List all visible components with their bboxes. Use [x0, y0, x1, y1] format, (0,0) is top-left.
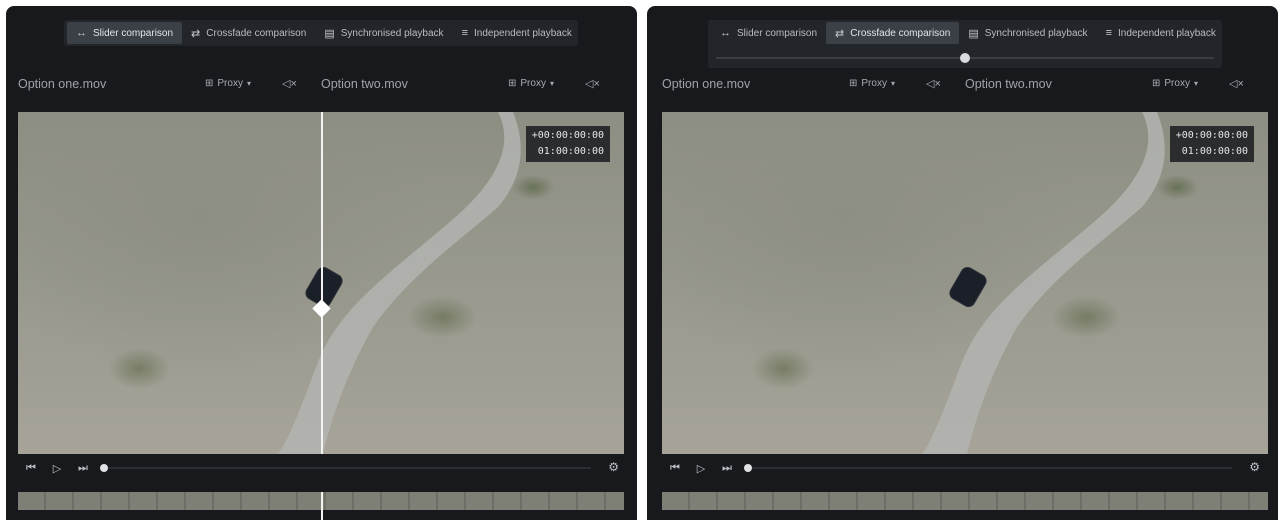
- list-icon: ▤: [324, 27, 335, 40]
- file-name-two: Option two.mov: [321, 77, 408, 91]
- tab-independent-playback[interactable]: ≡ Independent playback: [453, 22, 581, 44]
- chevron-down-icon: ▾: [1193, 79, 1198, 88]
- arrows-horizontal-icon: ↔: [76, 27, 87, 39]
- crossfade-slider-knob[interactable]: [960, 53, 970, 63]
- crossfade-comparison-panel: ↔ Slider comparison ⇄ Crossfade comparis…: [647, 6, 1278, 520]
- list-icon: ▤: [968, 27, 979, 40]
- play-icon[interactable]: ▷: [44, 462, 70, 475]
- comparison-slider-line-filmstrip: [321, 492, 323, 520]
- tab-slider-comparison[interactable]: ↔ Slider comparison: [67, 22, 183, 44]
- mute-icon[interactable]: ◁×: [926, 77, 941, 90]
- comparison-slider-line[interactable]: [321, 112, 323, 454]
- comparison-mode-tabs: ↔ Slider comparison ⇄ Crossfade comparis…: [64, 20, 578, 46]
- proxy-dropdown-two[interactable]: ⊞ Proxy ▾: [508, 78, 554, 89]
- video-header: Option one.mov ⊞ Proxy ▾ ◁× Option two.m…: [18, 74, 625, 96]
- grid-icon: ⊞: [849, 78, 858, 89]
- tab-label: Crossfade comparison: [850, 27, 951, 39]
- chevron-down-icon: ▾: [890, 79, 895, 88]
- tab-crossfade-comparison[interactable]: ⇄ Crossfade comparison: [826, 22, 960, 44]
- grid-icon: ⊞: [1152, 78, 1161, 89]
- playhead[interactable]: [744, 464, 752, 472]
- tab-independent-playback[interactable]: ≡ Independent playback: [1097, 22, 1225, 44]
- proxy-dropdown-two[interactable]: ⊞ Proxy ▾: [1152, 78, 1198, 89]
- tab-synchronised-playback[interactable]: ▤ Synchronised playback: [315, 22, 452, 44]
- file-name-one: Option one.mov: [662, 77, 751, 91]
- slider-comparison-panel: ↔ Slider comparison ⇄ Crossfade comparis…: [6, 6, 637, 520]
- grid-icon: ⊞: [508, 78, 517, 89]
- tab-label: Slider comparison: [93, 27, 174, 39]
- file-name-one: Option one.mov: [18, 77, 107, 91]
- crossfade-controls: ↔ Slider comparison ⇄ Crossfade comparis…: [708, 20, 1222, 68]
- tab-label: Synchronised playback: [984, 27, 1088, 39]
- swap-icon: ⇄: [835, 27, 845, 40]
- skip-back-icon[interactable]: ⏮: [662, 462, 688, 475]
- gear-icon[interactable]: ⚙: [1249, 460, 1260, 474]
- play-icon[interactable]: ▷: [688, 462, 714, 475]
- tab-label: Independent playback: [1117, 27, 1216, 39]
- skip-forward-icon[interactable]: ⏭: [714, 462, 740, 475]
- chevron-down-icon: ▾: [246, 79, 251, 88]
- playhead[interactable]: [100, 464, 108, 472]
- crossfade-slider[interactable]: [716, 53, 1214, 63]
- file-name-two: Option two.mov: [965, 77, 1052, 91]
- tab-label: Slider comparison: [737, 27, 818, 39]
- mute-icon[interactable]: ◁×: [585, 77, 600, 90]
- skip-forward-icon[interactable]: ⏭: [70, 462, 96, 475]
- video-header: Option one.mov ⊞ Proxy ▾ ◁× Option two.m…: [659, 74, 1266, 96]
- timecode-overlay: +00:00:00:00 01:00:00:00: [1169, 126, 1254, 162]
- tab-label: Synchronised playback: [340, 27, 444, 39]
- gear-icon[interactable]: ⚙: [608, 460, 619, 474]
- playback-controls: ⏮ ▷ ⏭ ⚙: [662, 458, 1266, 478]
- mute-icon[interactable]: ◁×: [1229, 77, 1244, 90]
- timeline-scrubber[interactable]: [744, 464, 1232, 472]
- proxy-dropdown-one[interactable]: ⊞ Proxy ▾: [849, 78, 895, 89]
- tab-label: Crossfade comparison: [206, 27, 307, 39]
- tab-label: Independent playback: [473, 27, 572, 39]
- menu-icon: ≡: [461, 27, 468, 39]
- filmstrip[interactable]: [662, 492, 1268, 510]
- video-viewer[interactable]: +00:00:00:00 01:00:00:00: [662, 112, 1268, 454]
- comparison-mode-tabs: ↔ Slider comparison ⇄ Crossfade comparis…: [708, 20, 1222, 46]
- timeline-scrubber[interactable]: [100, 464, 591, 472]
- playback-controls: ⏮ ▷ ⏭ ⚙: [18, 458, 625, 478]
- tab-synchronised-playback[interactable]: ▤ Synchronised playback: [959, 22, 1096, 44]
- grid-icon: ⊞: [205, 78, 214, 89]
- menu-icon: ≡: [1105, 27, 1112, 39]
- mute-icon[interactable]: ◁×: [282, 77, 297, 90]
- video-viewer[interactable]: +00:00:00:00 01:00:00:00: [18, 112, 624, 454]
- tab-slider-comparison[interactable]: ↔ Slider comparison: [711, 22, 826, 44]
- skip-back-icon[interactable]: ⏮: [18, 462, 44, 475]
- tab-crossfade-comparison[interactable]: ⇄ Crossfade comparison: [182, 22, 315, 44]
- chevron-down-icon: ▾: [549, 79, 554, 88]
- swap-icon: ⇄: [191, 27, 201, 40]
- timecode-overlay: +00:00:00:00 01:00:00:00: [525, 126, 610, 162]
- proxy-dropdown-one[interactable]: ⊞ Proxy ▾: [205, 78, 251, 89]
- arrows-horizontal-icon: ↔: [720, 27, 731, 39]
